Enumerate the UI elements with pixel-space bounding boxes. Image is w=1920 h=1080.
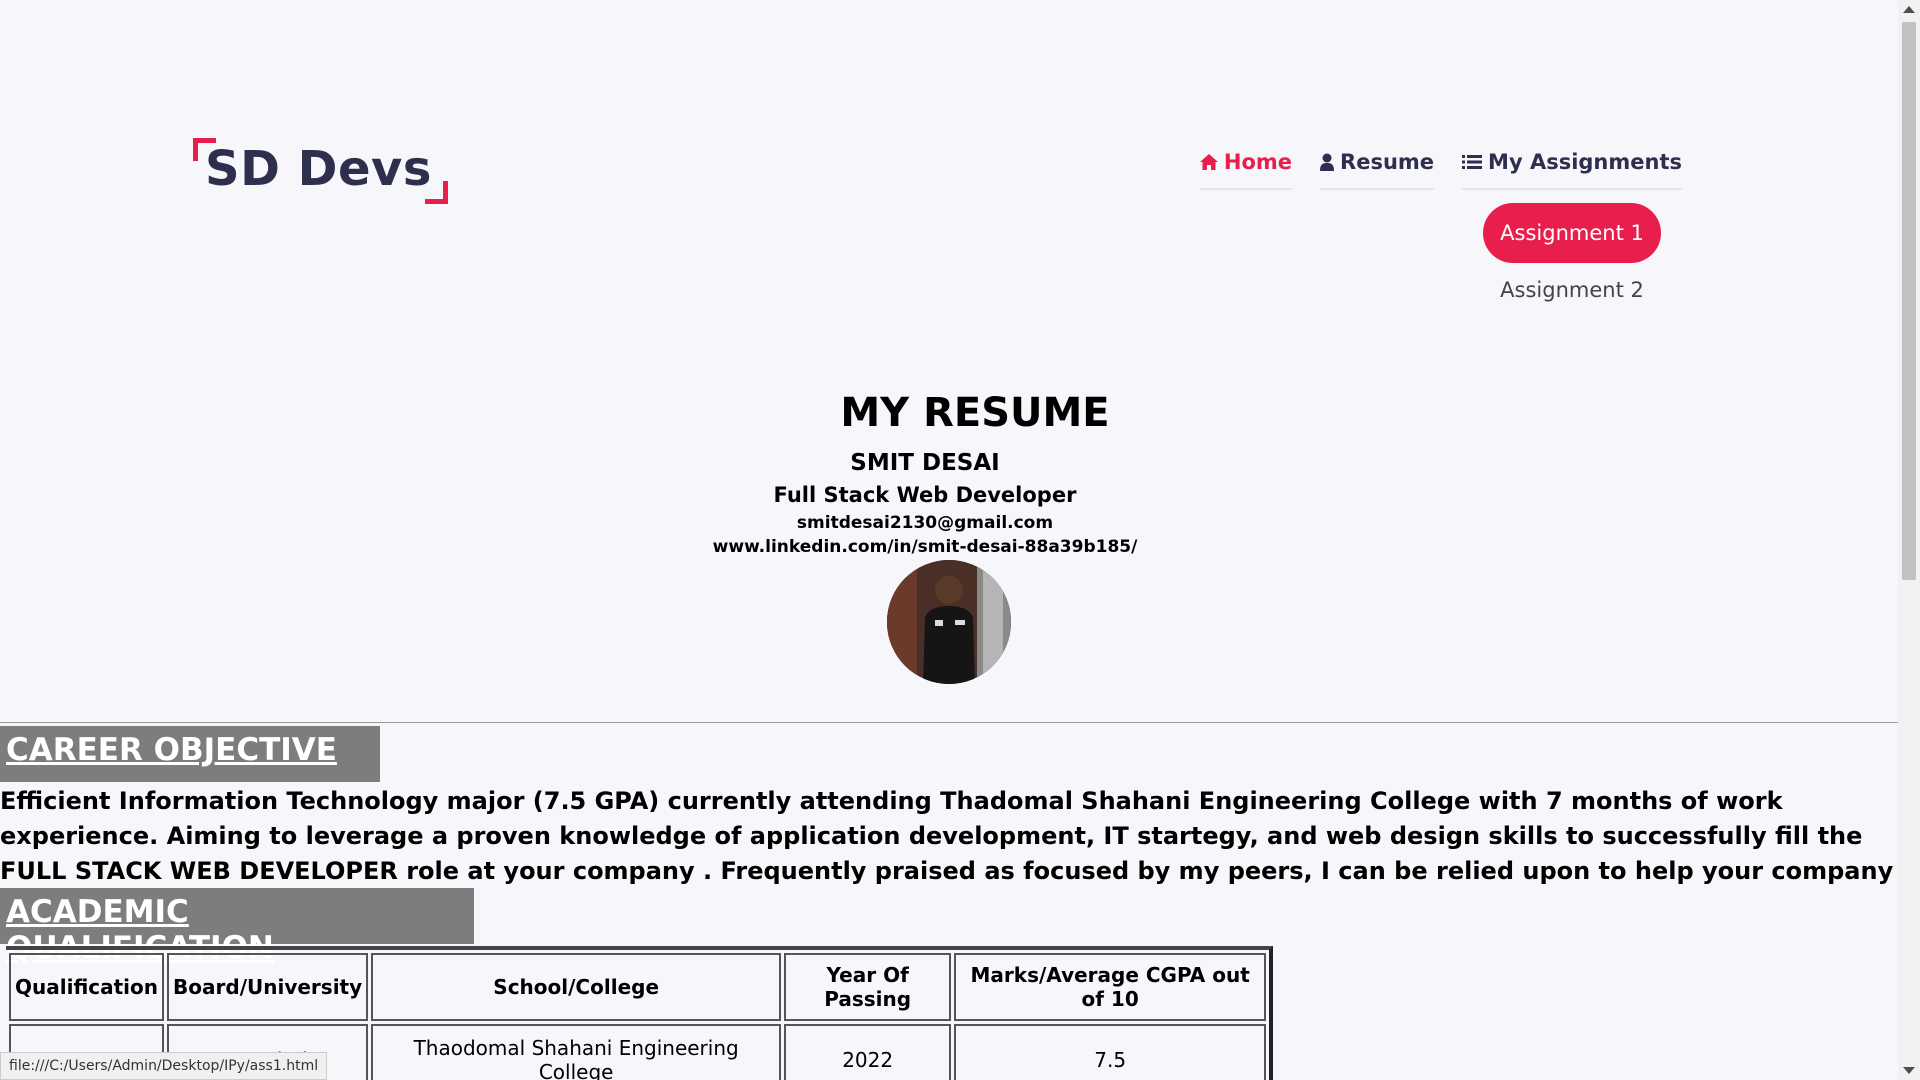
page-title: MY RESUME: [840, 390, 1110, 436]
user-icon: [1320, 153, 1335, 171]
scroll-thumb[interactable]: [1902, 22, 1916, 580]
assignment-1-link[interactable]: Assignment 1: [1483, 203, 1661, 263]
academic-qualification-heading: ACADEMIC QUALIFICATION: [0, 888, 474, 966]
nav-my-assignments-label: My Assignments: [1488, 150, 1682, 174]
vertical-scrollbar[interactable]: [1898, 0, 1920, 1080]
section-divider: [0, 722, 1898, 723]
job-role: Full Stack Web Developer: [773, 483, 1077, 507]
logo-text: SD Devs: [205, 141, 432, 197]
table-cell: 7.5: [954, 1024, 1267, 1080]
column-header: School/College: [371, 953, 782, 1021]
column-header: Marks/Average CGPA out of 10: [954, 953, 1267, 1021]
main-nav: Home Resume My Assignments: [1199, 150, 1682, 190]
list-icon: [1462, 154, 1483, 170]
nav-my-assignments[interactable]: My Assignments: [1462, 150, 1682, 190]
column-header: Year Of Passing: [784, 953, 952, 1021]
nav-resume-label: Resume: [1340, 150, 1435, 174]
nav-home-label: Home: [1223, 150, 1293, 174]
logo-bracket-bottom-right: [424, 181, 448, 204]
table-header-row: Qualification Board/University School/Co…: [9, 953, 1267, 1021]
logo-bracket-top-left: [193, 138, 216, 161]
linkedin-text: www.linkedin.com/in/smit-desai-88a39b185…: [712, 537, 1138, 557]
site-logo[interactable]: SD Devs: [193, 138, 448, 204]
page: SD Devs Home Resume My Assignments Assig…: [0, 0, 1898, 1080]
status-bar-url: file:///C:/Users/Admin/Desktop/IPy/ass1.…: [0, 1052, 328, 1080]
column-header: Qualification: [9, 953, 165, 1021]
nav-resume[interactable]: Resume: [1320, 150, 1435, 190]
column-header: Board/University: [167, 953, 369, 1021]
person-name: SMIT DESAI: [850, 450, 1000, 476]
career-objective-heading: CAREER OBJECTIVE: [0, 726, 380, 782]
assignment-2-link[interactable]: Assignment 2: [1483, 278, 1661, 302]
home-icon: [1199, 154, 1218, 170]
nav-home[interactable]: Home: [1199, 150, 1293, 190]
avatar: [887, 560, 1011, 684]
scroll-up-arrow-icon[interactable]: [1903, 6, 1915, 13]
email-text: smitdesai2130@gmail.com: [796, 513, 1054, 533]
table-cell: Thaodomal Shahani Engineering College: [371, 1024, 782, 1080]
table-cell: 2022: [784, 1024, 952, 1080]
scroll-down-arrow-icon[interactable]: [1903, 1067, 1915, 1074]
